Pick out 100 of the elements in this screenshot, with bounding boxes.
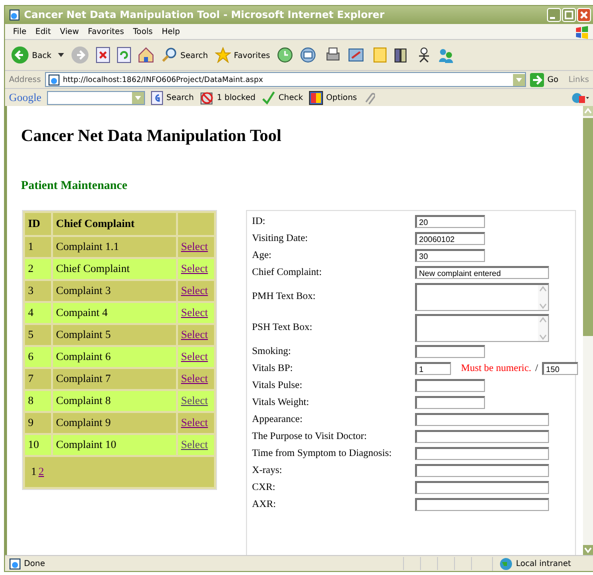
- text-area[interactable]: [415, 282, 549, 310]
- window-title: Cancer Net Data Manipulation Tool - Microsoft Internet Explorer: [24, 10, 386, 20]
- blocked-icon: [200, 90, 214, 104]
- field-label: AXR:: [252, 499, 277, 510]
- separator-text: /: [535, 363, 538, 374]
- paperclip-icon[interactable]: [362, 90, 375, 104]
- text-field[interactable]: [415, 464, 549, 477]
- popup-blocker-button[interactable]: 1 blocked: [200, 90, 256, 104]
- select-link[interactable]: Select: [181, 329, 208, 341]
- history-icon[interactable]: [277, 47, 294, 63]
- validation-error: Must be numeric.: [461, 363, 532, 374]
- menu-item[interactable]: Edit: [35, 27, 51, 36]
- field-label: Visiting Date:: [252, 233, 309, 244]
- table-cell: 1: [25, 237, 51, 257]
- star-icon: [214, 47, 231, 63]
- scrollbar-thumb[interactable]: [583, 118, 593, 336]
- google-search-button[interactable]: Search: [151, 90, 194, 104]
- close-icon[interactable]: [577, 8, 591, 22]
- scroll-down-icon: [539, 332, 547, 340]
- refresh-icon[interactable]: [117, 47, 132, 63]
- menu-item[interactable]: Help: [162, 27, 180, 36]
- table-cell: 3: [25, 281, 51, 301]
- person-icon[interactable]: [417, 47, 432, 63]
- globe-icon: [499, 556, 513, 570]
- table-cell: Complaint 5: [53, 325, 176, 345]
- stop-icon[interactable]: [96, 47, 110, 63]
- select-link[interactable]: Select: [181, 439, 208, 451]
- table-cell: Complaint 6: [53, 347, 176, 367]
- table-cell: Complaint 8: [53, 391, 176, 411]
- options-button[interactable]: Options: [309, 90, 357, 104]
- search-button[interactable]: Search: [161, 47, 208, 63]
- table-cell: 4: [25, 303, 51, 323]
- page-link[interactable]: 2: [38, 466, 44, 478]
- favorites-button[interactable]: Favorites: [214, 47, 270, 63]
- menu-item[interactable]: Favorites: [88, 27, 124, 36]
- page-icon: [9, 558, 21, 570]
- options-icon: [309, 90, 324, 104]
- text-field[interactable]: 1: [415, 362, 451, 375]
- windows-flag-icon: [575, 24, 589, 38]
- text-field[interactable]: [415, 498, 549, 511]
- field-label: Smoking:: [252, 346, 292, 357]
- text-field[interactable]: New complaint entered: [415, 266, 549, 279]
- scroll-down-icon: [539, 302, 547, 310]
- select-link[interactable]: Select: [181, 307, 208, 319]
- table-cell: Complaint 1.1: [53, 237, 176, 257]
- text-field[interactable]: 150: [542, 362, 578, 375]
- minimize-icon[interactable]: [547, 8, 561, 22]
- text-field[interactable]: [415, 481, 549, 494]
- mail-icon[interactable]: [300, 47, 318, 63]
- edit-icon[interactable]: [348, 47, 366, 63]
- field-label: Vitals Pulse:: [252, 380, 304, 391]
- google-g-icon: [151, 90, 164, 104]
- select-link[interactable]: Select: [181, 373, 208, 385]
- text-field[interactable]: 20060102: [415, 232, 485, 245]
- table-cell: Compaint 4: [53, 303, 176, 323]
- text-field[interactable]: [415, 413, 549, 426]
- google-search-field[interactable]: [47, 90, 146, 104]
- back-button[interactable]: Back: [11, 46, 52, 64]
- text-field[interactable]: [415, 447, 549, 460]
- home-icon[interactable]: [138, 47, 154, 63]
- messenger-icon[interactable]: [438, 47, 454, 63]
- menu-item[interactable]: View: [60, 27, 79, 36]
- translate-icon[interactable]: [571, 90, 589, 104]
- table-cell: 5: [25, 325, 51, 345]
- menu-item[interactable]: Tools: [133, 27, 153, 36]
- field-label: Chief Complaint:: [252, 267, 323, 278]
- scroll-down-icon[interactable]: [583, 545, 593, 555]
- vertical-scrollbar[interactable]: [583, 106, 593, 555]
- spell-check-button[interactable]: Check: [261, 90, 304, 104]
- select-link[interactable]: Select: [181, 241, 208, 253]
- table-cell: 9: [25, 413, 51, 433]
- table-cell: Complaint 9: [53, 413, 176, 433]
- printer-icon[interactable]: [325, 47, 342, 63]
- page-icon: [9, 9, 20, 21]
- text-field[interactable]: 30: [415, 249, 485, 262]
- select-link[interactable]: Select: [181, 351, 208, 363]
- text-area[interactable]: [415, 314, 549, 342]
- text-field[interactable]: [415, 430, 549, 443]
- table-cell: 7: [25, 369, 51, 389]
- field-label: Appearance:: [252, 414, 304, 425]
- zone-text: Local intranet: [516, 559, 572, 568]
- go-button[interactable]: Go: [530, 72, 558, 86]
- address-label: Address: [9, 75, 41, 84]
- select-link[interactable]: Select: [181, 395, 208, 407]
- table-cell: 8: [25, 391, 51, 411]
- select-link[interactable]: Select: [181, 417, 208, 429]
- text-field[interactable]: [415, 396, 485, 409]
- google-logo[interactable]: Google: [9, 92, 42, 104]
- text-field[interactable]: [415, 345, 485, 358]
- dropdown-caret-icon[interactable]: [58, 53, 64, 57]
- select-link[interactable]: Select: [181, 263, 208, 275]
- go-arrow-icon: [530, 72, 544, 86]
- select-link[interactable]: Select: [181, 285, 208, 297]
- text-field[interactable]: 20: [415, 215, 485, 228]
- maximize-icon[interactable]: [562, 8, 576, 22]
- table-cell: 2: [25, 259, 51, 279]
- menu-item[interactable]: File: [13, 27, 26, 36]
- text-field[interactable]: [415, 379, 485, 392]
- column-header: Chief Complaint: [53, 213, 176, 235]
- table-cell: Complaint 3: [53, 281, 176, 301]
